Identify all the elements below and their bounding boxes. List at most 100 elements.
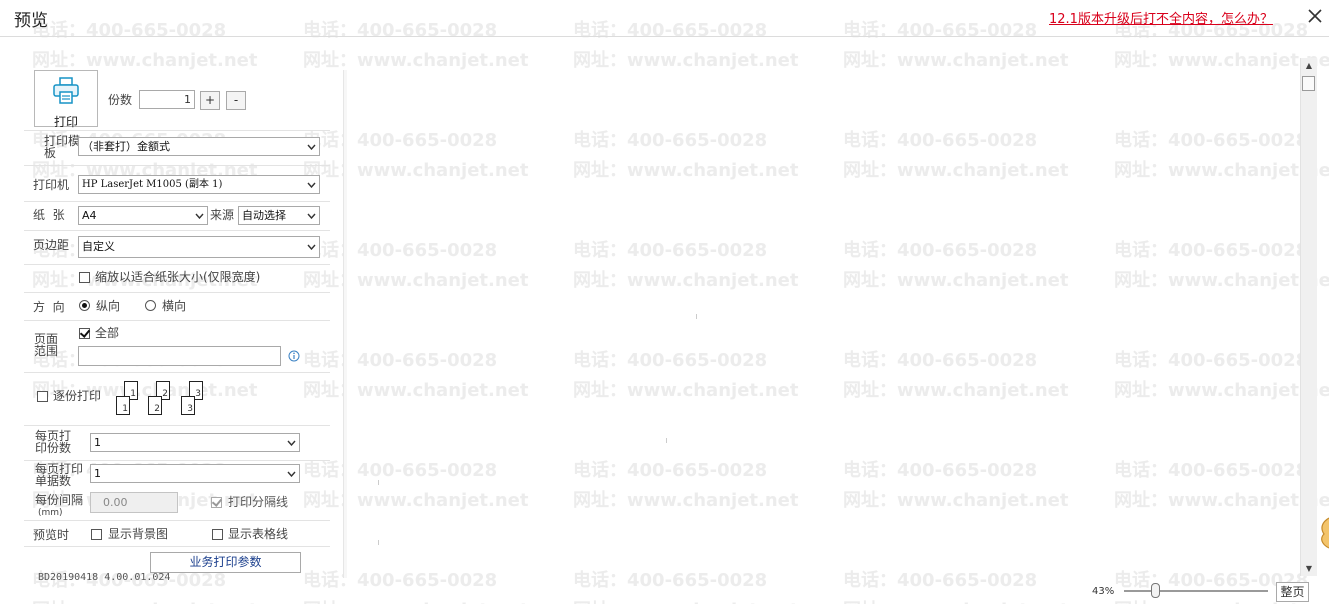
separator <box>24 372 330 373</box>
separator <box>24 320 330 321</box>
separator <box>24 165 330 166</box>
portrait-radio[interactable] <box>79 300 90 311</box>
margin-select[interactable]: 自定义 <box>78 236 320 258</box>
separator <box>24 520 330 521</box>
separator <box>24 460 330 461</box>
separator-line-label: 打印分隔线 <box>228 495 289 509</box>
separator <box>24 292 330 293</box>
scale-label: 缩放以适合纸张大小(仅限宽度) <box>95 270 261 284</box>
paper-source-select[interactable]: 自动选择 <box>238 206 320 225</box>
landscape-label: 横向 <box>162 299 187 313</box>
margin-value: 自定义 <box>82 240 115 253</box>
watermark-site: 网址：www.chanjet.net <box>843 596 1068 604</box>
paper-select[interactable]: A4 <box>78 206 208 225</box>
preview-mark <box>696 314 697 319</box>
portrait-label: 纵向 <box>96 299 121 313</box>
page-number: 1 <box>130 389 136 399</box>
copy-gap-unit: (mm) <box>38 508 63 518</box>
copy-gap-label: 每份间隔 <box>35 493 84 507</box>
print-button[interactable]: 打印 <box>34 70 98 129</box>
page-range-all-label: 全部 <box>95 326 120 340</box>
separator <box>24 546 330 547</box>
business-print-params-button[interactable]: 业务打印参数 <box>150 552 301 573</box>
zoom-slider-track[interactable] <box>1124 590 1268 592</box>
preview-options-label: 预览时 <box>33 528 70 542</box>
version-text: BD20190418 4.00.01.024 <box>38 572 171 583</box>
copies-per-page-value: 1 <box>94 436 101 449</box>
upgrade-help-link[interactable]: 12.1版本升级后打不全内容，怎么办？ <box>1049 8 1273 27</box>
preview-canvas <box>348 60 1298 580</box>
show-grid-label: 显示表格线 <box>228 527 289 541</box>
copies-minus-button[interactable]: - <box>226 91 246 110</box>
docs-per-page-select[interactable]: 1 <box>90 464 300 483</box>
paper-source-label: 来源 <box>210 208 235 222</box>
copies-plus-button[interactable]: + <box>200 91 220 110</box>
chevron-down-icon <box>307 176 316 188</box>
zoom-slider-thumb[interactable] <box>1151 583 1160 598</box>
chevron-down-icon <box>307 207 316 219</box>
scale-checkbox[interactable] <box>79 272 90 283</box>
printer-select[interactable]: HP LaserJet M1005 (副本 1) <box>78 175 320 194</box>
preview-mark <box>378 540 379 545</box>
copies-label: 份数 <box>108 93 133 107</box>
page-number: 3 <box>195 389 201 399</box>
page-number: 1 <box>122 404 128 414</box>
watermark-site: 网址：www.chanjet.net <box>573 596 798 604</box>
show-background-label: 显示背景图 <box>108 527 169 541</box>
separator <box>24 130 330 131</box>
watermark-site: 网址：www.chanjet.net <box>32 596 257 604</box>
print-button-label: 打印 <box>53 115 78 129</box>
page-range-input[interactable] <box>78 346 281 366</box>
template-select[interactable]: （非套打）金额式 <box>78 137 320 156</box>
printer-label: 打印机 <box>33 178 70 192</box>
page-number: 2 <box>162 389 168 399</box>
fit-page-button[interactable]: 整页 <box>1276 582 1309 602</box>
show-grid-checkbox[interactable] <box>212 529 223 540</box>
zoom-percentage: 43% <box>1092 586 1115 597</box>
preview-mark <box>666 438 667 443</box>
chevron-down-icon <box>287 465 296 477</box>
separator <box>24 264 330 265</box>
page-number: 2 <box>154 404 160 414</box>
chevron-down-icon <box>307 237 316 250</box>
copy-gap-input[interactable]: 0.00 <box>90 492 178 513</box>
collate-checkbox[interactable] <box>37 391 48 402</box>
docs-per-page-label: 每页打印单据数 <box>35 462 84 488</box>
separator-line-checkbox[interactable] <box>211 497 222 508</box>
paper-source-value: 自动选择 <box>242 209 286 222</box>
scrollbar-thumb[interactable] <box>1302 76 1315 91</box>
close-icon[interactable] <box>1305 5 1325 27</box>
chevron-down-icon <box>287 434 296 446</box>
margin-label: 页边距 <box>33 238 70 252</box>
copies-input[interactable]: 1 <box>139 90 195 109</box>
preview-mark <box>378 480 379 485</box>
title-bar: 预览 12.1版本升级后打不全内容，怎么办？ <box>0 0 1329 37</box>
paper-value: A4 <box>82 209 97 222</box>
page-number: 3 <box>187 404 193 414</box>
show-background-checkbox[interactable] <box>91 529 102 540</box>
vertical-scrollbar[interactable]: ▲ ▼ <box>1300 58 1317 576</box>
scroll-down-icon[interactable]: ▼ <box>1301 561 1317 576</box>
printer-value: HP LaserJet M1005 (副本 1) <box>82 179 223 190</box>
watermark-site: 网址：www.chanjet.net <box>303 596 528 604</box>
printer-icon <box>53 77 79 104</box>
page-range-label: 页面范围 <box>34 332 59 358</box>
copies-per-page-label: 每页打印份数 <box>35 429 72 455</box>
resize-grip-icon[interactable] <box>1318 516 1329 550</box>
separator <box>24 201 330 202</box>
panel-splitter[interactable] <box>343 70 347 578</box>
window-title: 预览 <box>14 11 48 31</box>
paper-label: 纸 张 <box>33 208 65 222</box>
info-icon[interactable] <box>288 350 300 362</box>
scroll-up-icon[interactable]: ▲ <box>1301 58 1317 73</box>
template-value: （非套打）金额式 <box>82 140 170 153</box>
collate-label: 逐份打印 <box>53 389 102 403</box>
docs-per-page-value: 1 <box>94 467 101 480</box>
separator <box>24 230 330 231</box>
copies-per-page-select[interactable]: 1 <box>90 433 300 452</box>
chevron-down-icon <box>307 138 316 150</box>
landscape-radio[interactable] <box>145 300 156 311</box>
page-range-all-checkbox[interactable] <box>79 328 90 339</box>
orientation-label: 方 向 <box>33 300 65 314</box>
separator <box>24 425 330 426</box>
